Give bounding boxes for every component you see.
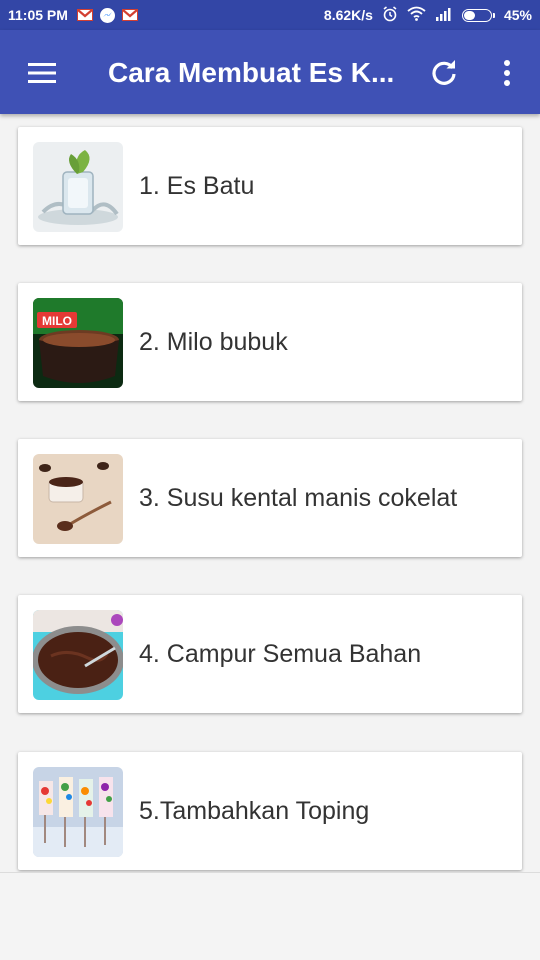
milo-powder-photo: MILO bbox=[33, 298, 123, 388]
alarm-icon bbox=[382, 5, 398, 25]
bottom-area bbox=[0, 872, 540, 960]
list-item-label: 4. Campur Semua Bahan bbox=[139, 640, 422, 668]
gmail-icon bbox=[76, 9, 93, 21]
refresh-icon bbox=[432, 60, 456, 85]
svg-text:MILO: MILO bbox=[42, 314, 72, 328]
menu-icon bbox=[28, 63, 56, 83]
mixed-ingredients-photo bbox=[33, 610, 123, 700]
list-item[interactable]: MILO 2. Milo bubuk bbox=[18, 283, 522, 401]
list-item[interactable]: 1. Es Batu bbox=[18, 127, 522, 245]
status-bar: 11:05 PM 8.62K/s 45% bbox=[0, 0, 540, 30]
app-bar: Cara Membuat Es K... bbox=[0, 30, 540, 114]
battery-icon bbox=[461, 8, 495, 22]
list-item[interactable]: 5.Tambahkan Toping bbox=[18, 752, 522, 870]
list-item-label: 2. Milo bubuk bbox=[139, 328, 288, 356]
app-title: Cara Membuat Es K... bbox=[108, 57, 395, 88]
more-vert-icon bbox=[504, 60, 510, 86]
ice-cube-photo bbox=[33, 142, 123, 232]
list-item-label: 3. Susu kental manis cokelat bbox=[139, 484, 458, 512]
recipe-step-list: 1. Es Batu MILO 2. Milo bubuk 3. Susu ke… bbox=[0, 114, 540, 872]
refresh-button[interactable] bbox=[428, 57, 460, 89]
status-time: 11:05 PM bbox=[8, 7, 68, 23]
list-item-label: 5.Tambahkan Toping bbox=[139, 797, 370, 825]
list-item-label: 1. Es Batu bbox=[139, 172, 255, 200]
chocolate-condensed-milk-photo bbox=[33, 454, 123, 544]
toppings-photo bbox=[33, 767, 123, 857]
more-options-button[interactable] bbox=[496, 57, 518, 89]
messenger-icon bbox=[99, 7, 115, 23]
signal-icon bbox=[435, 7, 453, 24]
list-item[interactable]: 3. Susu kental manis cokelat bbox=[18, 439, 522, 557]
battery-percent: 45% bbox=[503, 7, 532, 23]
menu-button[interactable] bbox=[26, 57, 58, 89]
gmail-icon bbox=[121, 9, 138, 21]
list-item[interactable]: 4. Campur Semua Bahan bbox=[18, 595, 522, 713]
wifi-icon bbox=[407, 6, 426, 24]
network-speed: 8.62K/s bbox=[323, 7, 373, 23]
